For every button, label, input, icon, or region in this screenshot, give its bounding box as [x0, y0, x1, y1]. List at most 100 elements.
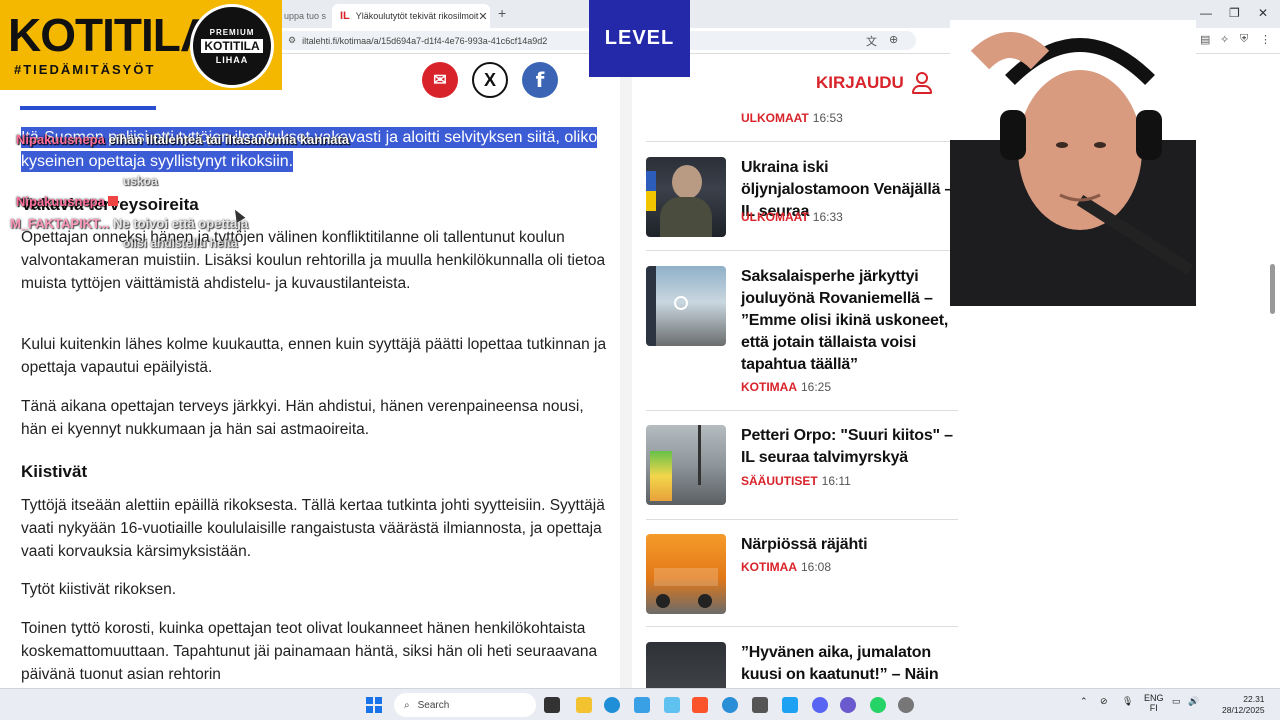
news-title: Petteri Orpo: "Suuri kiitos" – IL seuraa…	[741, 427, 953, 466]
screen: uppa tuo s IL Yläkoulutytöt tekivät riko…	[0, 0, 1280, 720]
system-clock[interactable]: 22.31 28/12/2025	[1222, 694, 1265, 716]
tab-close-icon[interactable]: ✕	[478, 10, 487, 23]
chat-message: Nipakuusnepa eihän iltalehteä tai iltasa…	[16, 132, 349, 147]
zoom-icon[interactable]: ⊕	[889, 33, 898, 46]
close-window-icon[interactable]: ✕	[1258, 6, 1268, 20]
chat-message-cont: olisi ahdistellu heitä	[123, 236, 238, 250]
news-title: Saksalaisperhe järkyttyi jouluyönä Rovan…	[741, 268, 949, 373]
volume-icon[interactable]: 🔊	[1188, 696, 1199, 707]
display-icon[interactable]: ▭	[1172, 696, 1181, 707]
seal-top-text: PREMIUM	[209, 27, 255, 37]
clock-time: 22.31	[1243, 694, 1265, 704]
news-title: Närpiössä räjähti	[741, 536, 868, 553]
language-indicator[interactable]: ENG FI	[1144, 693, 1164, 713]
paragraph-5: Tytöt kiistivät rikoksen.	[21, 581, 177, 598]
user-icon	[911, 72, 932, 94]
tab-inactive[interactable]: uppa tuo s	[276, 4, 328, 28]
tab-active[interactable]: IL Yläkoulutytöt tekivät rikosilmoit ✕	[332, 4, 490, 28]
news-time: 16:25	[801, 380, 832, 394]
news-time: 16:53	[812, 111, 843, 125]
tab-active-label: Yläkoulutytöt tekivät rikosilmoit	[355, 11, 479, 21]
divider	[646, 141, 958, 142]
discord-icon[interactable]	[812, 697, 828, 713]
lang-secondary: FI	[1149, 703, 1158, 713]
brave-icon[interactable]	[692, 697, 708, 713]
whatsapp-icon[interactable]	[870, 697, 886, 713]
news-thumbnail	[646, 642, 726, 688]
news-category: ULKOMAAT	[741, 111, 809, 125]
divider	[646, 519, 958, 520]
mail-icon: ✉	[433, 72, 447, 89]
news-thumbnail	[646, 534, 726, 614]
news-time: 16:08	[801, 560, 832, 574]
settings-icon[interactable]	[898, 697, 914, 713]
subheading-2: Kiistivät	[21, 462, 88, 481]
page-scrollbar[interactable]	[1270, 264, 1275, 314]
site-info-icon[interactable]: ⚙	[288, 35, 296, 46]
url-text: iltalehti.fi/kotimaa/a/15d694a7-d1f4-4e7…	[302, 35, 548, 46]
news-category: KOTIMAA	[741, 380, 797, 394]
iltalehti-favicon-icon: IL	[340, 10, 350, 22]
search-placeholder: Search	[417, 699, 450, 711]
app-icon[interactable]	[634, 697, 650, 713]
news-thumbnail	[646, 157, 726, 237]
maximize-icon[interactable]: ❐	[1229, 6, 1240, 20]
network-icon[interactable]: ⊘	[1100, 696, 1108, 707]
start-icon[interactable]	[366, 697, 382, 713]
chat-message: M_FAKTAPIKT... Ne toivoi että opettaja	[10, 216, 248, 231]
chat-text: olisi ahdistellu heitä	[123, 236, 238, 250]
news-thumbnail	[646, 266, 726, 346]
chevron-up-icon[interactable]: ⌃	[1080, 696, 1088, 707]
paragraph-6: Toinen tyttö korosti, kuinka opettajan t…	[21, 620, 598, 683]
chat-text: eihän iltalehteä tai iltasanomia kannata	[108, 132, 350, 147]
latest-news-sidebar: ULKOMAAT 16:53 Ukraina iski öljynjalostam…	[632, 54, 972, 688]
x-logo-icon: X	[483, 69, 496, 90]
divider	[646, 410, 958, 411]
share-email-button[interactable]: ✉	[422, 62, 458, 98]
clock-date: 28/12/2025	[1222, 705, 1265, 715]
edge-icon[interactable]	[604, 697, 620, 713]
divider	[646, 626, 958, 627]
article: Itä-Suomen poliisi otti tyttöjen ilmoitu…	[8, 54, 620, 688]
app-icon[interactable]	[782, 697, 798, 713]
facebook-icon: f	[535, 68, 545, 92]
chat-text: Ne toivoi että opettaja	[113, 216, 249, 231]
share-facebook-button[interactable]: f	[522, 62, 558, 98]
translate-icon[interactable]: 文	[866, 33, 877, 49]
taskbar-search[interactable]: ⌕ Search	[394, 693, 536, 717]
windows-taskbar: ⌕ Search ⌃ ⊘ 🎙 ENG FI ▭ 🔊 22.31 28/12/20…	[0, 688, 1280, 720]
app-icon[interactable]	[752, 697, 768, 713]
paragraph-4: Tyttöjä itseään alettiin epäillä rikokse…	[21, 497, 605, 560]
channel-logo: KOTITILA #TIEDÄMITÄSYÖT PREMIUM KOTITILA…	[0, 0, 282, 90]
column-gutter	[620, 54, 632, 688]
news-time: 16:11	[821, 474, 851, 488]
news-time: 16:33	[812, 210, 843, 224]
level-logo: LEVEL	[589, 0, 690, 77]
minimize-icon[interactable]: —	[1200, 6, 1212, 20]
mic-icon[interactable]: 🎙	[1122, 696, 1133, 707]
lang-primary: ENG	[1144, 693, 1164, 703]
app-icon[interactable]	[840, 697, 856, 713]
login-button[interactable]: KIRJAUDU	[816, 72, 932, 94]
chat-username: M_FAKTAPIKT...	[10, 216, 110, 231]
premium-seal: PREMIUM KOTITILA LIHAA	[190, 4, 274, 88]
shield-icon[interactable]: ⛨	[1240, 33, 1248, 46]
task-view-icon[interactable]	[544, 697, 560, 713]
menu-icon[interactable]: ⋮	[1260, 33, 1271, 46]
paragraph-2: Kului kuitenkin lähes kolme kuukautta, e…	[21, 336, 607, 376]
chat-username: Nipakuusnepa	[16, 194, 105, 209]
wallet-icon[interactable]: ▤	[1200, 33, 1210, 46]
streamer-image	[950, 20, 1196, 306]
chat-message-cont: uskoa	[123, 174, 158, 188]
app-icon[interactable]	[664, 697, 680, 713]
search-icon: ⌕	[404, 699, 410, 711]
new-tab-icon[interactable]: +	[498, 5, 506, 21]
file-explorer-icon[interactable]	[576, 697, 592, 713]
seal-bottom-text: LIHAA	[215, 54, 249, 65]
copilot-icon[interactable]: ✧	[1220, 33, 1229, 46]
logo-title: KOTITILA	[8, 9, 213, 61]
share-x-button[interactable]: X	[472, 62, 508, 98]
seal-mid-text: KOTITILA	[201, 38, 263, 53]
app-icon[interactable]	[722, 697, 738, 713]
news-title: ”Hyvänen aika, jumalaton kuusi on kaatun…	[741, 644, 939, 683]
